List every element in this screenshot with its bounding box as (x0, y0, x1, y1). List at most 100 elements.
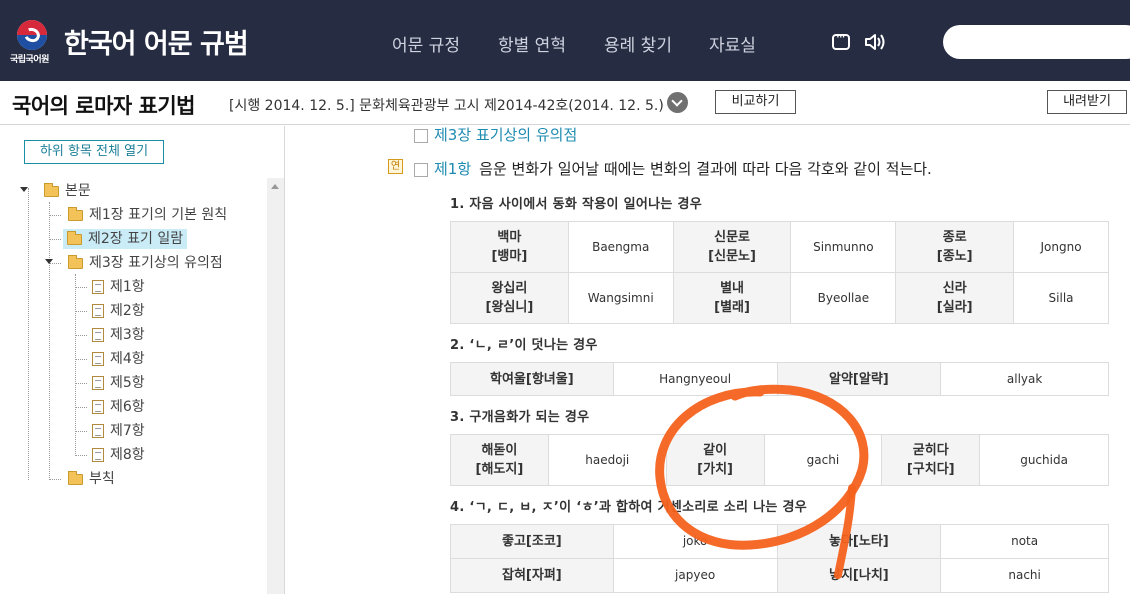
history-badge-icon[interactable]: 연 (388, 159, 403, 174)
table-cell: joko (612, 524, 778, 559)
clause-number[interactable]: 제1항 (434, 160, 471, 178)
sidebar-scrollbar[interactable] (267, 178, 284, 594)
table-cell: Wangsimni (567, 272, 674, 324)
table-cell: guchida (979, 434, 1109, 486)
table-cell: 별내 [별래] (672, 272, 792, 324)
tree-item-clause-1[interactable]: 제1항 (92, 277, 145, 297)
nav-item-regulations[interactable]: 어문 규정 (392, 31, 460, 56)
tree-label: 본문 (65, 183, 91, 199)
section-heading-2: 2. ‘ㄴ, ㄹ’이 덧나는 경우 (450, 338, 598, 353)
search-input[interactable] (943, 25, 1130, 59)
table-cell: 신문로 [신문노] (672, 221, 792, 273)
download-button[interactable]: 내려받기 (1047, 90, 1127, 114)
tree-item-clause-8[interactable]: 제8항 (92, 445, 145, 465)
scroll-up-arrow-icon[interactable] (271, 184, 279, 189)
table-row: 좋고[조코] joko 놓다[노타] nota (450, 524, 1109, 559)
document-title: 국어의 로마자 표기법 (12, 94, 196, 118)
example-table-1: 백마 [뱅마] Baengma 신문로 [신문노] Sinmunno 종로 [종노] … (450, 221, 1109, 324)
tree-item-clause-5[interactable]: 제5항 (92, 373, 145, 393)
table-cell: allyak (940, 362, 1109, 396)
document-meta: [시행 2014. 12. 5.] 문화체육관광부 고시 제2014-42호(2… (229, 98, 664, 114)
table-row: 학여울[항녀울] Hangnyeoul 알약[알략] allyak (450, 362, 1109, 396)
collapse-triangle-icon[interactable] (45, 259, 53, 264)
document-title-bar: 국어의 로마자 표기법 [시행 2014. 12. 5.] 문화체육관광부 고시… (0, 81, 1130, 125)
tree-label: 제4항 (110, 351, 145, 367)
table-cell: 놓다[노타] (776, 524, 942, 559)
tree-label: 제2항 (110, 303, 145, 319)
table-cell: Hangnyeoul (612, 362, 778, 396)
document-icon (92, 400, 104, 414)
table-row: 백마 [뱅마] Baengma 신문로 [신문노] Sinmunno 종로 [종노] … (450, 221, 1109, 273)
tree-label: 제8항 (110, 447, 145, 463)
org-name: 국립국어원 (10, 55, 49, 65)
nav-item-resources[interactable]: 자료실 (709, 31, 756, 56)
section-heading-4: 4. ‘ㄱ, ㄷ, ㅂ, ㅈ’이 ‘ㅎ’과 합하여 거센소리로 소리 나는 경우 (450, 500, 807, 515)
tree-label: 제7항 (110, 423, 145, 439)
chevron-down-icon[interactable] (667, 92, 688, 113)
tree-item-clause-3[interactable]: 제3항 (92, 325, 145, 345)
table-cell: Silla (1013, 272, 1109, 324)
tree-item-ch2[interactable]: 제2장 표기 일람 (63, 229, 188, 249)
table-cell: 백마 [뱅마] (450, 221, 569, 273)
tree-item-ch3[interactable]: 제3장 표기상의 유의점 (68, 253, 223, 273)
tree-label: 제2장 표기 일람 (88, 231, 184, 247)
table-cell: Baengma (567, 221, 674, 273)
example-table-2: 학여울[항녀울] Hangnyeoul 알약[알략] allyak (450, 362, 1109, 396)
table-cell: haedoji (547, 434, 667, 486)
expand-all-button[interactable]: 하위 항목 전체 열기 (24, 140, 164, 164)
clause-text: 음운 변화가 일어날 때에는 변화의 결과에 따라 다음 각호와 같이 적는다. (479, 160, 932, 178)
table-cell: 잡혀[자펴] (450, 558, 614, 593)
tree-label: 제6항 (110, 399, 145, 415)
chapter-title[interactable]: 제3장 표기상의 유의점 (434, 126, 577, 144)
compare-button[interactable]: 비교하기 (715, 90, 796, 114)
table-cell: 신라 [실라] (895, 272, 1015, 324)
folder-icon (68, 470, 83, 485)
chat-icon[interactable] (832, 30, 850, 50)
chapter-heading: 제3장 표기상의 유의점 (414, 124, 577, 145)
tree-label: 제1항 (110, 279, 145, 295)
tree-label: 제1장 표기의 기본 원칙 (89, 207, 228, 223)
example-table-4: 좋고[조코] joko 놓다[노타] nota 잡혀[자펴] japyeo 낳지… (450, 524, 1109, 593)
table-cell: Sinmunno (790, 221, 897, 273)
top-header: 국립국어원 한국어 어문 규범 어문 규정 항별 연혁 용례 찾기 자료실 (0, 0, 1130, 81)
tree-item-clause-6[interactable]: 제6항 (92, 397, 145, 417)
tree-item-clause-2[interactable]: 제2항 (92, 301, 145, 321)
chapter-checkbox[interactable] (414, 128, 428, 143)
tree-item-appendix[interactable]: 부칙 (68, 469, 115, 489)
tree-label: 제3항 (110, 327, 145, 343)
folder-open-icon (44, 182, 59, 197)
collapse-triangle-icon[interactable] (20, 187, 28, 192)
table-cell: Byeollae (790, 272, 897, 324)
tree-item-clause-7[interactable]: 제7항 (92, 421, 145, 441)
table-cell: japyeo (612, 558, 778, 593)
table-cell: 같이 [가치] (665, 434, 765, 486)
table-cell: 알약[알략] (776, 362, 942, 396)
government-emblem-logo[interactable] (17, 20, 47, 50)
table-cell: 낳지[나치] (776, 558, 942, 593)
section-heading-1: 1. 자음 사이에서 동화 작용이 일어나는 경우 (450, 197, 702, 212)
table-row: 잡혀[자펴] japyeo 낳지[나치] nachi (450, 558, 1109, 593)
table-cell: gachi (763, 434, 883, 486)
table-cell: nota (940, 524, 1109, 559)
site-title[interactable]: 한국어 어문 규범 (64, 22, 249, 61)
document-icon (92, 304, 104, 318)
document-icon (92, 448, 104, 462)
nav-item-examples[interactable]: 용례 찾기 (604, 31, 672, 56)
table-cell: 해돋이 [해도지] (450, 434, 549, 486)
tree-item-root[interactable]: 본문 (44, 181, 91, 201)
table-cell: 굳히다 [구치다] (881, 434, 981, 486)
tree-label: 부칙 (89, 471, 115, 487)
tree-item-clause-4[interactable]: 제4항 (92, 349, 145, 369)
table-cell: nachi (940, 558, 1109, 593)
document-icon (92, 280, 104, 294)
document-icon (92, 328, 104, 342)
folder-icon (68, 206, 83, 221)
example-table-3: 해돋이 [해도지] haedoji 같이 [가치] gachi 굳히다 [구치다] g… (450, 434, 1109, 486)
speaker-icon[interactable] (864, 32, 888, 52)
clause-heading: 제1항 음운 변화가 일어날 때에는 변화의 결과에 따라 다음 각호와 같이 적… (414, 158, 932, 179)
tree-item-ch1[interactable]: 제1장 표기의 기본 원칙 (68, 205, 227, 225)
table-cell: 왕십리 [왕심니] (450, 272, 569, 324)
nav-item-history[interactable]: 항별 연혁 (498, 31, 566, 56)
toc-sidebar: 하위 항목 전체 열기 본문 제1장 표기의 기본 원칙 제2장 표기 일람 제… (0, 126, 285, 594)
clause-checkbox[interactable] (414, 162, 428, 177)
